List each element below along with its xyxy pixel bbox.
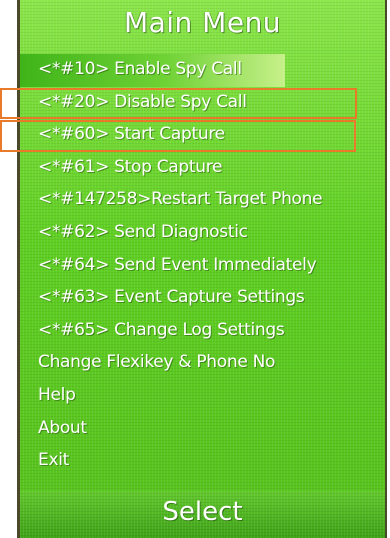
- menu-item-change-log-settings[interactable]: <*#65> Change Log Settings: [20, 315, 385, 348]
- menu-item-change-flexikey-phone[interactable]: Change Flexikey & Phone No: [20, 347, 385, 380]
- menu-item-send-diagnostic[interactable]: <*#62> Send Diagnostic: [20, 217, 385, 250]
- menu-item-about[interactable]: About: [20, 413, 385, 446]
- main-menu-list: <*#10> Enable Spy Call <*#20> Disable Sp…: [20, 54, 385, 478]
- select-softkey[interactable]: Select: [20, 497, 385, 527]
- menu-screen: Main Menu <*#10> Enable Spy Call <*#20> …: [17, 0, 387, 538]
- page-title: Main Menu: [123, 6, 282, 39]
- menu-item-stop-capture[interactable]: <*#61> Stop Capture: [20, 152, 385, 185]
- menu-item-exit[interactable]: Exit: [20, 445, 385, 478]
- softkey-bar: Select: [17, 491, 387, 538]
- menu-item-disable-spy-call[interactable]: <*#20> Disable Spy Call: [20, 87, 385, 120]
- menu-item-event-capture-settings[interactable]: <*#63> Event Capture Settings: [20, 282, 385, 315]
- menu-item-restart-target-phone[interactable]: <*#147258>Restart Target Phone: [20, 184, 385, 217]
- menu-item-help[interactable]: Help: [20, 380, 385, 413]
- menu-item-start-capture[interactable]: <*#60> Start Capture: [20, 119, 385, 152]
- menu-item-enable-spy-call[interactable]: <*#10> Enable Spy Call: [20, 54, 285, 87]
- menu-item-send-event-immediately[interactable]: <*#64> Send Event Immediately: [20, 250, 385, 283]
